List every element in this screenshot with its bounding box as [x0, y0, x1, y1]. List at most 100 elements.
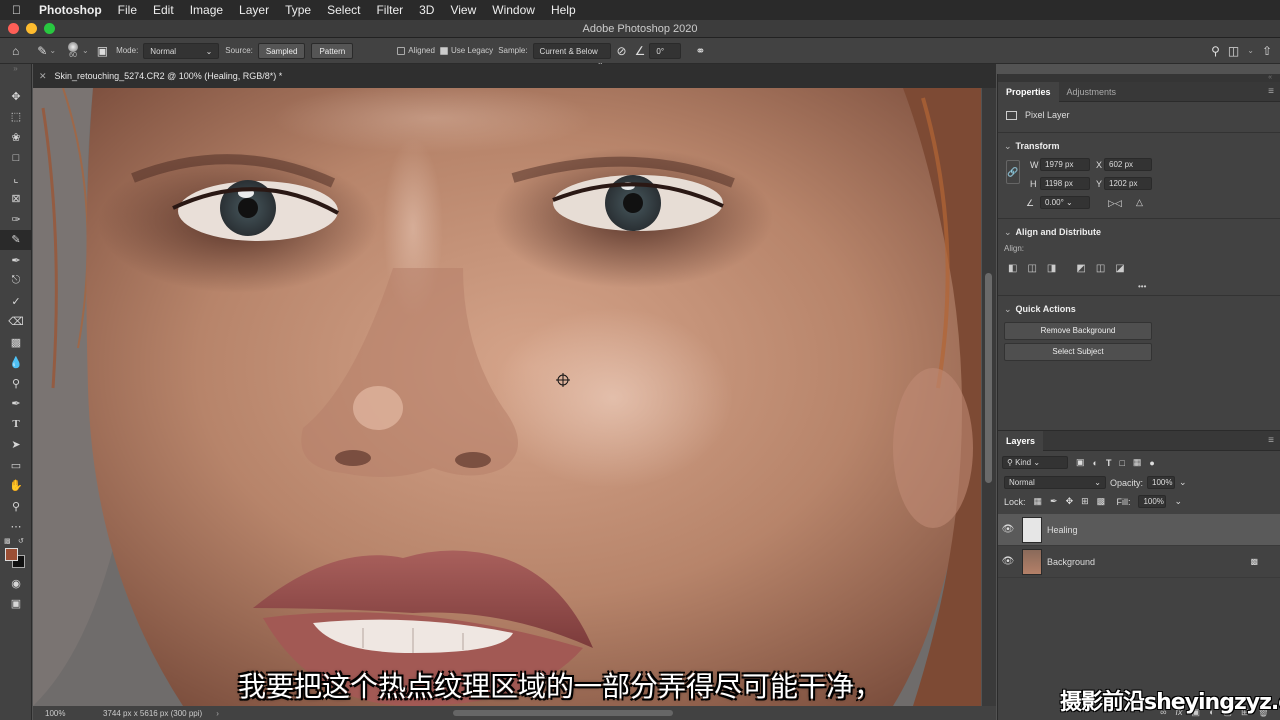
layer-filter-select[interactable]: ⚲ Kind ⌄: [1002, 456, 1068, 469]
visibility-eye-icon[interactable]: 👁: [998, 524, 1018, 535]
path-selection-tool-icon[interactable]: ➤: [0, 435, 32, 456]
eraser-tool-icon[interactable]: ⌫: [0, 312, 32, 333]
menu-edit[interactable]: Edit: [153, 3, 174, 17]
app-menu[interactable]: Photoshop: [39, 3, 102, 17]
mode-select[interactable]: Normal ⌄: [143, 42, 220, 59]
align-left-icon[interactable]: ◧: [1008, 263, 1017, 274]
horizontal-scrollbar[interactable]: [453, 710, 673, 716]
blend-mode-select[interactable]: Normal ⌄: [1004, 476, 1106, 489]
toolbox-collapse-icon[interactable]: »: [0, 64, 31, 86]
brush-chevron-icon[interactable]: ⌄: [82, 46, 89, 55]
menu-window[interactable]: Window: [492, 3, 535, 17]
tab-adjustments[interactable]: Adjustments: [1059, 82, 1125, 102]
menu-type[interactable]: Type: [285, 3, 311, 17]
menu-3d[interactable]: 3D: [419, 3, 434, 17]
quick-select-tool-icon[interactable]: □: [0, 148, 32, 169]
angle-input[interactable]: 0°: [649, 42, 682, 59]
rotation-input[interactable]: 0.00° ⌄: [1040, 196, 1090, 209]
align-center-h-icon[interactable]: ◫: [1027, 263, 1036, 274]
pen-tool-icon[interactable]: ✒: [0, 394, 32, 415]
layer-row-healing[interactable]: 👁 Healing: [998, 514, 1280, 546]
more-align-options-icon[interactable]: •••: [998, 282, 1280, 291]
aligned-checkbox[interactable]: [397, 46, 406, 55]
panel-menu-icon[interactable]: ≡: [1268, 86, 1274, 97]
brush-tool-icon[interactable]: ✒: [0, 250, 32, 271]
filter-pixel-icon[interactable]: ▣: [1076, 457, 1085, 468]
zoom-level[interactable]: 100%: [45, 709, 97, 718]
pressure-size-icon[interactable]: ⚭: [695, 44, 705, 58]
source-sampled-button[interactable]: Sampled: [257, 42, 306, 59]
layer-name[interactable]: Healing: [1047, 525, 1078, 535]
document-tab[interactable]: ✕ Skin_retouching_5274.CR2 @ 100% (Heali…: [33, 64, 996, 88]
link-dimensions-icon[interactable]: 🔗: [1006, 160, 1020, 184]
lasso-tool-icon[interactable]: ❀: [0, 127, 32, 148]
align-middle-v-icon[interactable]: ◫: [1096, 263, 1105, 274]
layers-menu-icon[interactable]: ≡: [1268, 435, 1274, 446]
quick-mask-icon[interactable]: ◉: [0, 573, 32, 594]
menu-file[interactable]: File: [118, 3, 137, 17]
fill-input[interactable]: 100%: [1138, 495, 1167, 508]
menu-view[interactable]: View: [450, 3, 476, 17]
collapse-transform-icon[interactable]: ⌄: [1004, 141, 1012, 151]
frame-tool-icon[interactable]: ⊠: [0, 189, 32, 210]
tool-preset-chevron-icon[interactable]: ⌄: [49, 46, 56, 55]
scrollbar-thumb[interactable]: [985, 273, 992, 483]
use-legacy-checkbox[interactable]: [439, 46, 448, 55]
filter-shape-icon[interactable]: □: [1119, 458, 1124, 468]
close-document-icon[interactable]: ✕: [39, 71, 47, 82]
flip-vertical-icon[interactable]: △: [1136, 197, 1143, 208]
dodge-tool-icon[interactable]: ⚲: [0, 373, 32, 394]
align-bottom-icon[interactable]: ◪: [1115, 263, 1124, 274]
history-brush-tool-icon[interactable]: ✓: [0, 291, 32, 312]
collapse-quick-actions-icon[interactable]: ⌄: [1004, 304, 1012, 314]
document-canvas[interactable]: [33, 88, 981, 706]
rectangle-tool-icon[interactable]: ▭: [0, 455, 32, 476]
collapse-align-icon[interactable]: ⌄: [1004, 227, 1012, 237]
align-top-icon[interactable]: ◩: [1076, 263, 1085, 274]
type-tool-icon[interactable]: T: [0, 414, 32, 435]
tab-properties[interactable]: Properties: [998, 81, 1059, 102]
menu-image[interactable]: Image: [190, 3, 223, 17]
layer-name[interactable]: Background: [1047, 557, 1095, 567]
visibility-eye-icon[interactable]: 👁: [998, 556, 1018, 567]
search-icon[interactable]: ⚲: [1211, 44, 1220, 58]
filter-smart-object-icon[interactable]: ▦: [1133, 457, 1142, 468]
zoom-tool-icon[interactable]: ⚲: [0, 496, 32, 517]
opacity-input[interactable]: 100%: [1147, 476, 1176, 489]
default-colors-icon[interactable]: ▩: [4, 537, 11, 545]
eyedropper-tool-icon[interactable]: ✑: [0, 209, 32, 230]
lock-artboard-icon[interactable]: ⊞: [1081, 496, 1089, 507]
workspace-chevron-icon[interactable]: ⌄: [1247, 46, 1254, 55]
filter-toggle-icon[interactable]: ●: [1149, 458, 1154, 468]
source-pattern-button[interactable]: Pattern: [311, 42, 354, 59]
x-input[interactable]: 602 px: [1104, 158, 1152, 171]
brush-settings-icon[interactable]: ▣: [97, 44, 108, 58]
fill-chevron-icon[interactable]: ⌄: [1174, 496, 1182, 507]
hand-tool-icon[interactable]: ✋: [0, 476, 32, 497]
brush-picker[interactable]: 60: [68, 42, 79, 59]
foreground-color-swatch[interactable]: [5, 548, 18, 561]
swap-colors-icon[interactable]: ↺: [18, 537, 24, 545]
home-icon[interactable]: ⌂: [12, 44, 19, 58]
layer-row-background[interactable]: 👁 Background ▩: [998, 546, 1280, 578]
healing-brush-tool-icon[interactable]: ✎: [0, 229, 32, 250]
filter-type-icon[interactable]: T: [1106, 458, 1112, 468]
height-input[interactable]: 1198 px: [1040, 177, 1090, 190]
workspace-icon[interactable]: ◫: [1228, 44, 1239, 58]
lock-all-icon[interactable]: ▩: [1097, 496, 1106, 507]
select-subject-button[interactable]: Select Subject: [1004, 343, 1152, 361]
y-input[interactable]: 1202 px: [1104, 177, 1152, 190]
opacity-chevron-icon[interactable]: ⌄: [1179, 477, 1187, 488]
edit-toolbar-icon[interactable]: ⋯: [0, 517, 32, 538]
flip-horizontal-icon[interactable]: ▷◁: [1108, 198, 1122, 209]
clone-stamp-tool-icon[interactable]: ⎋: [0, 271, 32, 292]
lock-position-icon[interactable]: ✥: [1066, 496, 1074, 507]
apple-icon[interactable]: : [12, 3, 21, 17]
tab-layers[interactable]: Layers: [998, 430, 1044, 451]
menu-help[interactable]: Help: [551, 3, 576, 17]
menu-select[interactable]: Select: [327, 3, 360, 17]
move-tool-icon[interactable]: ✥: [0, 86, 32, 107]
lock-transparent-icon[interactable]: ▦: [1034, 496, 1043, 507]
share-icon[interactable]: ⇧: [1262, 44, 1272, 58]
filter-adjustment-icon[interactable]: ◐: [1093, 458, 1098, 468]
